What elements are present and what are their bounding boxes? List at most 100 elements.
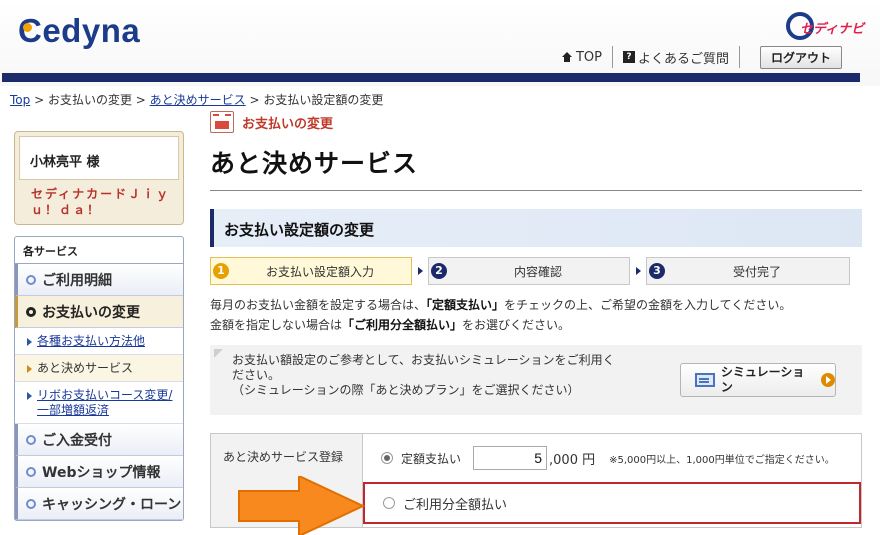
- radio-fixed-amount[interactable]: [381, 452, 393, 464]
- simulation-line: お支払い額設定のご参考として、お支払いシミュレーションをご利用く: [232, 353, 615, 367]
- breadcrumb-sep: >: [131, 93, 150, 107]
- logout-wrap: ログアウト: [738, 45, 852, 69]
- option-fixed-label: 定額支払い: [401, 451, 462, 466]
- amount-input[interactable]: [473, 446, 548, 470]
- simulation-line: ださい。: [232, 368, 281, 382]
- card-name: セディナカードＪｉｙ ｕ！ｄａ！: [31, 187, 171, 217]
- simulation-box: お支払い額設定のご参考として、お支払いシミュレーションをご利用く ださい。 （シ…: [210, 345, 862, 415]
- simulation-text: お支払い額設定のご参考として、お支払いシミュレーションをご利用く ださい。 （シ…: [232, 353, 652, 398]
- breadcrumb-top[interactable]: Top: [10, 93, 30, 107]
- sidebar-item-payment-change[interactable]: お支払いの変更: [15, 296, 183, 328]
- radio-full-payment[interactable]: [383, 497, 395, 509]
- step-3: 3 受付完了: [646, 257, 850, 285]
- corner-marker-icon: [214, 349, 223, 358]
- category-heading: お支払いの変更: [210, 110, 862, 134]
- instruction-line-1: 毎月のお支払い金額を設定する場合は、「定額支払い」をチェックの上、ご希望の金額を…: [210, 295, 862, 315]
- simulation-button-label: シミュレーション: [720, 365, 805, 394]
- circle-bullet-icon: [26, 498, 36, 509]
- simulation-line: （シミュレーションの際「あと決めプラン」をご選択ください）: [232, 383, 580, 397]
- sidebar-item-webshop[interactable]: Webショップ情報: [15, 456, 183, 488]
- sidebar-sub-atokime[interactable]: あと決めサービス: [15, 355, 183, 382]
- step-label: 受付完了: [732, 264, 781, 279]
- sidebar-menu: 各サービス ご利用明細 お支払いの変更 各種お支払い方法他 あと決めサービス リ…: [14, 236, 184, 521]
- sidebar-sub-label: あと決めサービス: [37, 361, 134, 375]
- instruction-line-2: 金額を指定しない場合は「ご利用分全額払い」をお選びください。: [210, 315, 862, 335]
- services-heading: 各サービス: [15, 237, 183, 264]
- triangle-bullet-icon: [27, 338, 32, 346]
- circle-bullet-icon: [26, 434, 36, 445]
- payment-category-icon: [210, 111, 234, 133]
- logo-text: Cedyna: [18, 12, 141, 49]
- instruction-emphasis: 「定額支払い」: [426, 298, 505, 312]
- faq-link[interactable]: ? よくあるご質問: [611, 46, 739, 68]
- sidebar-item-cashing[interactable]: キャッシング・ローン: [15, 488, 183, 520]
- option-full-payment[interactable]: ご利用分全額払い: [363, 482, 861, 524]
- step-number: 2: [431, 263, 447, 279]
- header-links: TOP ? よくあるご質問 ログアウト: [551, 45, 852, 69]
- sidebar-sub-revo[interactable]: リボお支払いコース変更/一部増額返済: [15, 382, 183, 424]
- step-1: 1 お支払い設定額入力: [210, 257, 412, 285]
- step-label: お支払い設定額入力: [265, 264, 374, 279]
- triangle-bullet-icon: [27, 392, 32, 400]
- step-arrow-icon: [630, 267, 646, 275]
- triangle-bullet-icon: [27, 365, 32, 373]
- breadcrumb-current: お支払い設定額の変更: [263, 93, 384, 107]
- simulation-button[interactable]: シミュレーション: [680, 363, 836, 397]
- step-2: 2 内容確認: [428, 257, 630, 285]
- step-arrow-icon: [412, 267, 428, 275]
- circle-bullet-icon: [26, 306, 36, 317]
- sidebar-sub-label: リボお支払いコース変更/一部増額返済: [37, 388, 173, 417]
- instruction-text: をお選びください。: [462, 318, 571, 332]
- logo-dot: [23, 23, 32, 32]
- sidebar-item-usage[interactable]: ご利用明細: [15, 264, 183, 296]
- navi-logo-text: セディナビ: [800, 22, 865, 37]
- category-label: お支払いの変更: [242, 116, 334, 132]
- annotation-arrow-icon: [238, 476, 366, 535]
- amount-suffix: ,000 円: [549, 452, 596, 468]
- sidebar-sub-methods[interactable]: 各種お支払い方法他: [15, 328, 183, 355]
- cedyna-logo[interactable]: Cedyna: [18, 12, 140, 50]
- screen-icon: [695, 373, 715, 387]
- user-name: 小林亮平 様: [19, 136, 179, 180]
- question-icon: ?: [622, 51, 635, 63]
- circle-bullet-icon: [26, 466, 36, 477]
- faq-link-label: よくあるご質問: [637, 51, 729, 67]
- section-title: お支払い設定額の変更: [210, 209, 862, 247]
- option-full-label: ご利用分全額払い: [403, 497, 508, 513]
- breadcrumb: Top > お支払いの変更 > あと決めサービス > お支払い設定額の変更: [10, 91, 383, 108]
- header-bar: [2, 73, 860, 82]
- top-link-label: TOP: [575, 49, 602, 65]
- option-fixed-amount[interactable]: 定額支払い ,000 円 ※5,000円以上、1,000円単位でご指定ください。: [381, 446, 835, 470]
- main-content: お支払いの変更 あと決めサービス お支払い設定額の変更 1 お支払い設定額入力 …: [210, 110, 862, 528]
- step-label: 内容確認: [513, 264, 562, 279]
- sidebar-item-label: Webショップ情報: [42, 464, 161, 481]
- instruction-text: をチェックの上、ご希望の金額を入力してください。: [504, 298, 792, 312]
- sidebar-item-deposit[interactable]: ご入金受付: [15, 424, 183, 456]
- step-number: 3: [649, 263, 665, 279]
- circle-bullet-icon: [26, 274, 36, 285]
- page-title: あと決めサービス: [210, 144, 862, 191]
- user-info-box: 小林亮平 様 セディナカードＪｉｙ ｕ！ｄａ！: [14, 131, 184, 225]
- breadcrumb-atokime[interactable]: あと決めサービス: [150, 93, 246, 107]
- instructions: 毎月のお支払い金額を設定する場合は、「定額支払い」をチェックの上、ご希望の金額を…: [210, 295, 862, 335]
- instruction-text: 金額を指定しない場合は: [210, 318, 343, 332]
- progress-steps: 1 お支払い設定額入力 2 内容確認 3 受付完了: [210, 257, 862, 285]
- arrow-circle-icon: [821, 373, 835, 387]
- logout-button[interactable]: ログアウト: [759, 45, 842, 69]
- instruction-emphasis: 「ご利用分全額払い」: [342, 318, 463, 332]
- amount-note: ※5,000円以上、1,000円単位でご指定ください。: [609, 454, 835, 466]
- sidebar-item-label: ご利用明細: [42, 272, 112, 289]
- breadcrumb-sep: >: [245, 93, 264, 107]
- breadcrumb-payment-change: お支払いの変更: [47, 93, 132, 107]
- top-link[interactable]: TOP: [551, 46, 612, 68]
- instruction-text: 毎月のお支払い金額を設定する場合は、: [210, 298, 427, 312]
- breadcrumb-sep: >: [30, 93, 48, 107]
- site-header: Cedyna セディナビ TOP ? よくあるご質問 ログアウト: [0, 0, 880, 86]
- sidebar-sub-label: 各種お支払い方法他: [37, 334, 146, 348]
- step-number: 1: [213, 263, 229, 279]
- cedynavi-logo[interactable]: セディナビ: [786, 12, 864, 42]
- sidebar-item-label: お支払いの変更: [42, 304, 140, 321]
- sidebar-item-label: ご入金受付: [42, 432, 112, 449]
- home-icon: [561, 51, 573, 63]
- sidebar-item-label: キャッシング・ローン: [42, 496, 182, 513]
